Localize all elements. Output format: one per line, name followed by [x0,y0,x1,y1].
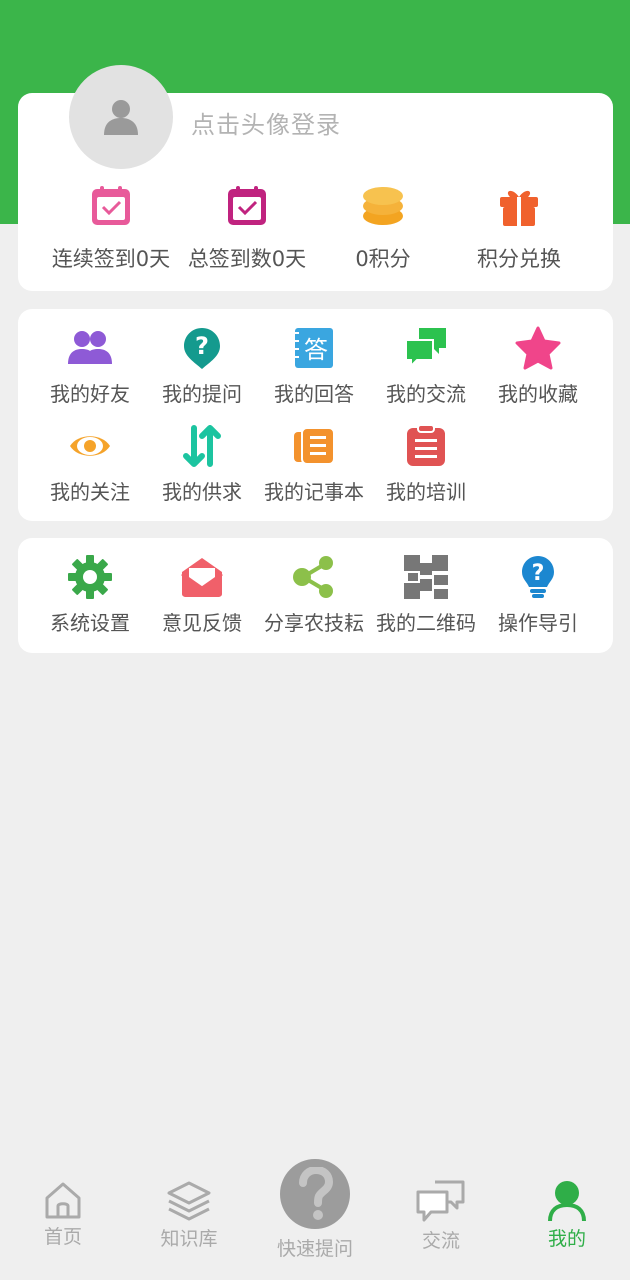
menu-item-label: 操作导引 [498,611,578,635]
chat-icon [416,1180,465,1222]
answer-glyph: 答 [304,336,328,364]
envelope-icon [179,554,225,600]
stat-points[interactable]: 0积分 [315,183,451,273]
menu-item-my-favorites[interactable]: 我的收藏 [482,325,594,407]
menu-item-my-answers[interactable]: 答 我的回答 [258,325,370,407]
tab-label: 知识库 [160,1228,218,1250]
menu-item-label: 我的关注 [50,480,130,504]
svg-text:?: ? [532,561,545,586]
menu-row: 我的好友 ? 我的提问 答 我的回答 我的交流 我的收藏 [34,325,594,407]
eye-icon [67,423,113,469]
user-silhouette-icon [104,100,138,135]
layers-icon [167,1181,211,1221]
calendar-check-icon [88,183,134,229]
stat-label: 连续签到0天 [51,247,171,271]
chat-bubbles-icon [403,325,449,371]
notebook-icon [291,423,337,469]
coin-stack-icon [360,183,406,229]
menu-item-qrcode[interactable]: 我的二维码 [370,554,482,636]
menu-item-label: 我的收藏 [498,382,578,406]
question-pin-icon: ? [179,325,225,371]
calendar-check-icon [224,183,270,229]
tab-exchange[interactable]: 交流 [391,1180,491,1253]
menu-item-label: 我的培训 [386,480,466,504]
menu-item-my-exchange[interactable]: 我的交流 [370,325,482,407]
quick-ask-button[interactable] [280,1159,350,1229]
stats-row: 连续签到0天 总签到数0天 0积分 积分兑换 [18,183,613,273]
answer-book-icon: 答 [291,325,337,371]
stat-total-signin[interactable]: 总签到数0天 [179,183,315,273]
gift-icon [496,183,542,229]
menu-item-label: 我的提问 [162,382,242,406]
question-mark-icon [299,1167,334,1220]
menu-item-label: 我的交流 [386,382,466,406]
menu-item-label: 我的供求 [162,480,242,504]
menu-item-label: 系统设置 [50,611,130,635]
menu-item-friends[interactable]: 我的好友 [34,325,146,407]
tab-mine[interactable]: 我的 [517,1180,617,1251]
profile-card: 点击头像登录 连续签到0天 总签到数0天 0积分 积分兑换 [18,65,613,291]
avatar[interactable] [69,65,173,169]
svg-text:?: ? [195,332,209,360]
lightbulb-question-icon: ? [515,554,561,600]
gear-icon [67,554,113,600]
menu-item-label: 分享农技耘 [264,611,364,635]
star-icon [515,325,561,371]
stat-consecutive-signin[interactable]: 连续签到0天 [43,183,179,273]
quick-ask-label[interactable]: 快速提问 [265,1234,365,1261]
menu-item-label: 我的记事本 [264,480,364,504]
menu-item-label: 我的回答 [274,382,354,406]
login-prompt[interactable]: 点击头像登录 [191,105,341,140]
menu-item-training[interactable]: 我的培训 [370,423,482,505]
menu-item-notebook[interactable]: 我的记事本 [258,423,370,505]
tab-label: 交流 [421,1230,460,1252]
menu-row: 我的关注 我的供求 我的记事本 我的培训 [34,423,482,505]
menu-row: 系统设置 意见反馈 分享农技耘 我的二维码 ? 操作导引 [34,554,594,636]
menu-item-label: 我的好友 [50,382,130,406]
stat-points-exchange[interactable]: 积分兑换 [451,183,587,273]
menu-item-supply-demand[interactable]: 我的供求 [146,423,258,505]
menu-item-feedback[interactable]: 意见反馈 [146,554,258,636]
user-icon [548,1181,586,1222]
tab-label: 我的 [547,1228,586,1250]
stat-label: 积分兑换 [477,247,561,271]
stat-label: 0积分 [355,247,411,271]
bottom-tab-bar: 首页 知识库 快速提问 交流 我的 [0,1150,630,1280]
tab-knowledge[interactable]: 知识库 [139,1180,239,1251]
stat-label: 总签到数0天 [187,247,307,271]
my-features-card: 我的好友 ? 我的提问 答 我的回答 我的交流 我的收藏 我的关注 我的供求 我… [18,309,613,521]
home-icon [45,1182,81,1219]
tab-label: 首页 [43,1226,82,1248]
clipboard-icon [403,423,449,469]
menu-item-my-follows[interactable]: 我的关注 [34,423,146,505]
qrcode-icon [403,554,449,600]
settings-card: 系统设置 意见反馈 分享农技耘 我的二维码 ? 操作导引 [18,538,613,653]
share-icon [291,554,337,600]
tab-home[interactable]: 首页 [13,1180,113,1249]
menu-item-settings[interactable]: 系统设置 [34,554,146,636]
menu-item-share[interactable]: 分享农技耘 [258,554,370,636]
menu-item-label: 我的二维码 [376,611,476,635]
menu-item-guide[interactable]: ? 操作导引 [482,554,594,636]
menu-item-my-questions[interactable]: ? 我的提问 [146,325,258,407]
friends-icon [67,325,113,371]
swap-arrows-icon [179,423,225,469]
menu-item-label: 意见反馈 [162,611,242,635]
